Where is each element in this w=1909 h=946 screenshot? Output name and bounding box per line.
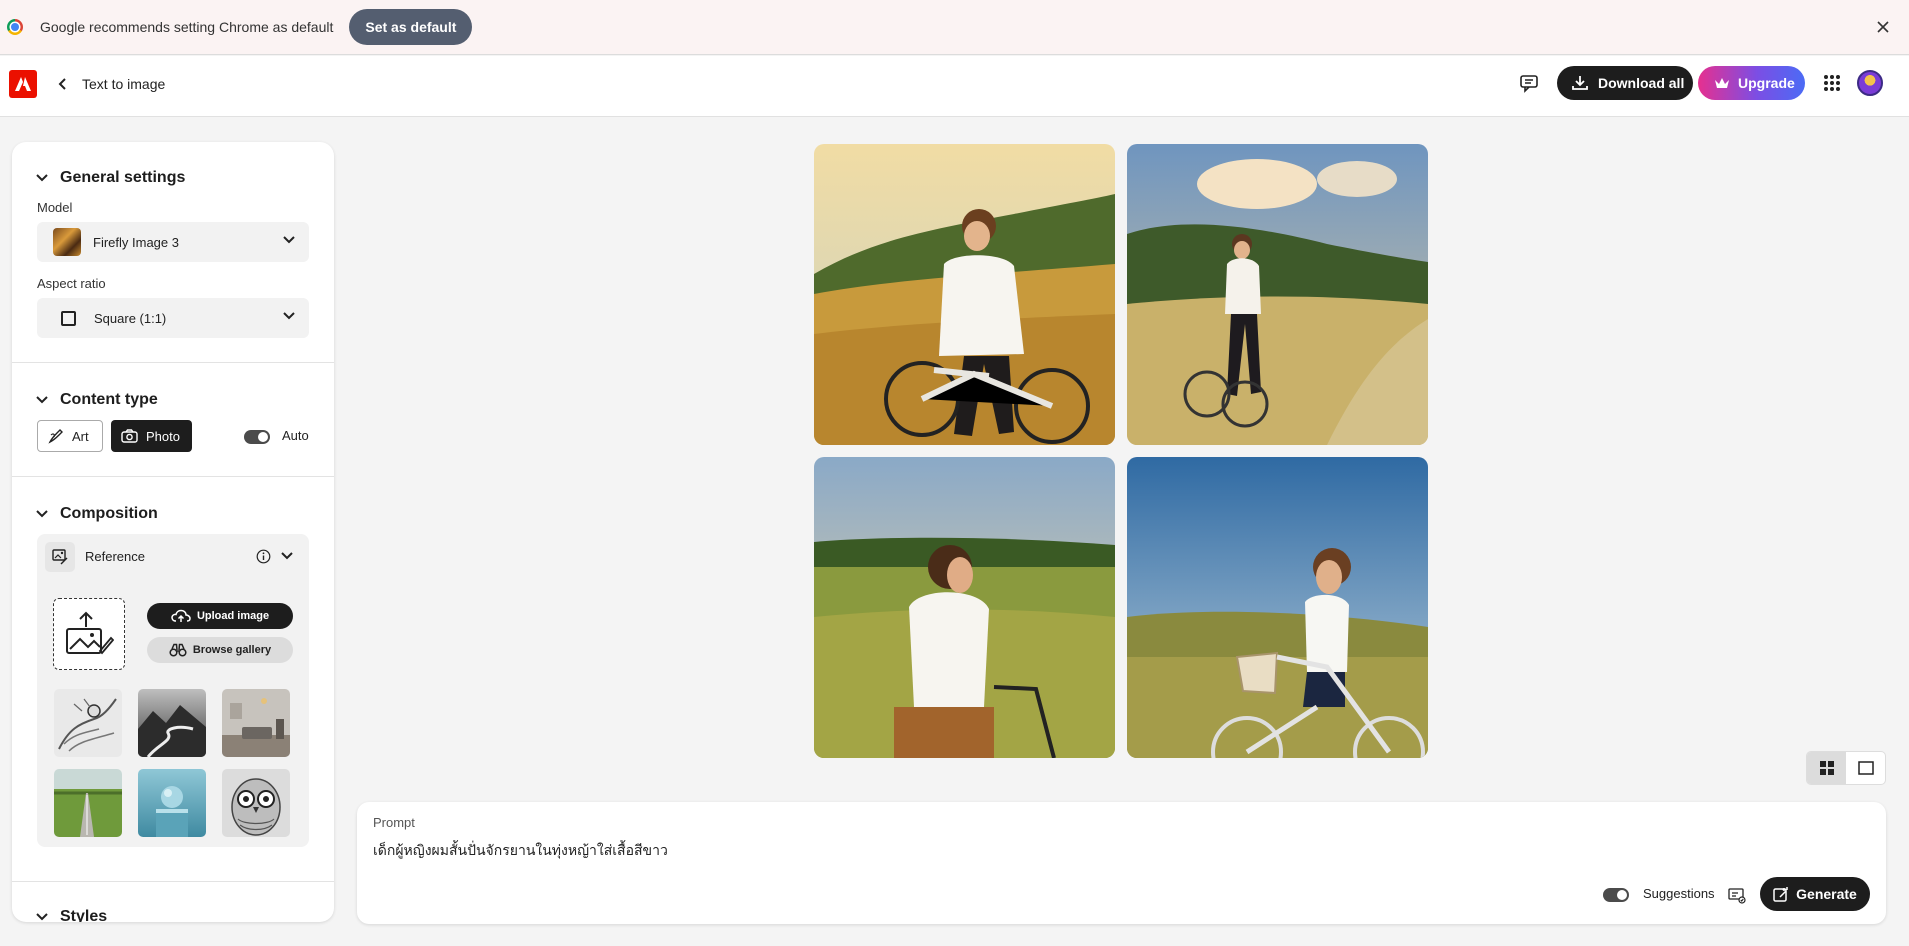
- download-all-label: Download all: [1598, 75, 1685, 91]
- aspect-ratio-select[interactable]: Square (1:1): [37, 298, 309, 338]
- avatar[interactable]: [1857, 70, 1883, 96]
- model-value: Firefly Image 3: [93, 234, 179, 250]
- settings-panel: General settings Model Firefly Image 3 A…: [12, 142, 334, 922]
- chevron-down-icon: [36, 913, 48, 921]
- chevron-down-icon: [36, 396, 48, 404]
- prompt-label: Prompt: [373, 815, 415, 830]
- reference-thumbnail[interactable]: [222, 769, 290, 837]
- browse-gallery-label: Browse gallery: [192, 644, 272, 656]
- page-title: Text to image: [82, 76, 166, 92]
- auto-toggle[interactable]: [244, 430, 270, 444]
- default-browser-infobar: Google recommends setting Chrome as defa…: [0, 0, 1909, 55]
- image-dropzone[interactable]: [53, 598, 125, 670]
- camera-icon: [121, 429, 138, 443]
- feedback-icon[interactable]: [1518, 72, 1540, 94]
- chevron-left-icon[interactable]: [56, 76, 70, 92]
- set-as-default-button[interactable]: Set as default: [349, 9, 473, 45]
- chevron-down-icon: [283, 312, 295, 320]
- art-label: Art: [72, 428, 89, 444]
- composition-title: Composition: [60, 505, 158, 522]
- upload-image-button[interactable]: Upload image: [147, 603, 293, 629]
- general-settings-header[interactable]: General settings: [36, 169, 185, 187]
- content-type-header[interactable]: Content type: [36, 391, 158, 409]
- generated-image[interactable]: [1127, 457, 1428, 758]
- suggestions-label: Suggestions: [1643, 886, 1715, 901]
- view-mode-toggle: [1806, 751, 1886, 785]
- generated-image[interactable]: [1127, 144, 1428, 445]
- prompt-box: Prompt เด็กผู้หญิงผมสั้นปั่นจักรยานในทุ่…: [357, 802, 1886, 924]
- binoculars-icon: [169, 643, 187, 657]
- styles-header[interactable]: Styles: [36, 908, 107, 922]
- browse-gallery-button[interactable]: Browse gallery: [147, 637, 293, 663]
- grid-view-icon[interactable]: [1807, 752, 1846, 784]
- reference-icon: [45, 542, 75, 572]
- generate-button[interactable]: Generate: [1760, 877, 1870, 911]
- model-select[interactable]: Firefly Image 3: [37, 222, 309, 262]
- reference-panel: Reference Upload image Browse gallery: [37, 534, 309, 847]
- image-upload-icon: [66, 611, 114, 655]
- reference-thumbnail[interactable]: [54, 689, 122, 757]
- reference-thumbnail[interactable]: [138, 689, 206, 757]
- generate-icon: [1773, 887, 1788, 902]
- reference-label: Reference: [85, 549, 145, 564]
- divider: [12, 362, 334, 363]
- generated-image[interactable]: [814, 457, 1115, 758]
- chevron-down-icon: [36, 174, 48, 182]
- aspect-ratio-value: Square (1:1): [94, 310, 167, 326]
- single-view-icon[interactable]: [1846, 752, 1885, 784]
- apps-grid-icon[interactable]: [1823, 74, 1841, 92]
- divider: [12, 476, 334, 477]
- model-label: Model: [37, 200, 73, 215]
- upload-image-label: Upload image: [196, 610, 270, 622]
- auto-label: Auto: [282, 428, 309, 443]
- reference-thumbnail[interactable]: [138, 769, 206, 837]
- download-icon: [1572, 76, 1588, 90]
- chevron-down-icon[interactable]: [281, 552, 293, 560]
- model-thumbnail: [53, 228, 81, 256]
- adobe-logo-icon[interactable]: [9, 70, 37, 98]
- photo-label: Photo: [146, 428, 180, 444]
- reference-thumbnail[interactable]: [222, 689, 290, 757]
- content-type-title: Content type: [60, 391, 158, 408]
- composition-header[interactable]: Composition: [36, 505, 158, 523]
- prompt-input[interactable]: เด็กผู้หญิงผมสั้นปั่นจักรยานในทุ่งหญ้าใส…: [373, 840, 668, 862]
- info-icon[interactable]: [256, 549, 271, 564]
- chevron-down-icon: [36, 510, 48, 518]
- chevron-down-icon: [283, 236, 295, 244]
- aspect-ratio-label: Aspect ratio: [37, 276, 106, 291]
- generate-label: Generate: [1796, 886, 1857, 902]
- app-header: Text to image Download all Upgrade: [0, 56, 1909, 117]
- chrome-icon: [7, 19, 23, 35]
- brush-icon: [48, 429, 63, 444]
- styles-title: Styles: [60, 908, 108, 922]
- art-option-button[interactable]: Art: [37, 420, 103, 452]
- generated-image[interactable]: [814, 144, 1115, 445]
- suggestions-toggle[interactable]: [1603, 888, 1629, 902]
- cloud-upload-icon: [171, 609, 191, 622]
- reference-thumbnail[interactable]: [54, 769, 122, 837]
- photo-option-button[interactable]: Photo: [111, 420, 192, 452]
- square-icon: [61, 310, 76, 326]
- prompt-settings-icon[interactable]: [1728, 886, 1746, 904]
- divider: [12, 881, 334, 882]
- upgrade-label: Upgrade: [1738, 75, 1795, 91]
- close-icon[interactable]: [1873, 17, 1893, 37]
- general-settings-title: General settings: [60, 169, 186, 186]
- infobar-message: Google recommends setting Chrome as defa…: [40, 19, 334, 35]
- crown-icon: [1715, 78, 1729, 88]
- download-all-button[interactable]: Download all: [1557, 66, 1693, 100]
- upgrade-button[interactable]: Upgrade: [1698, 66, 1805, 100]
